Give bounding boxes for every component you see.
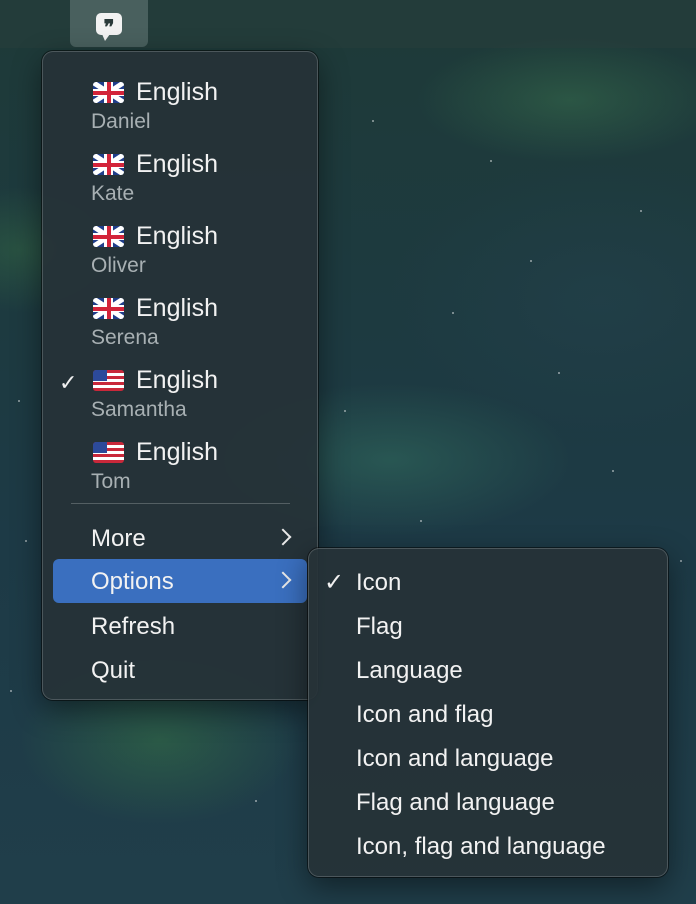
voice-language: English: [136, 222, 218, 250]
chevron-right-icon: [274, 571, 292, 589]
voice-name: Samantha: [91, 398, 187, 421]
option-icon-and-flag[interactable]: Icon and flag: [309, 692, 667, 736]
voice-name: Oliver: [91, 254, 146, 277]
checkmark-icon: ✓: [59, 370, 78, 395]
option-label: Language: [356, 657, 463, 684]
voices-menu: English Daniel English Kate English Oliv…: [42, 51, 318, 700]
quit-label: Quit: [91, 657, 136, 684]
menu-bar: ❞: [0, 0, 696, 48]
voice-name: Daniel: [91, 110, 151, 133]
more-label: More: [91, 525, 146, 552]
uk-flag-icon: [93, 298, 124, 319]
voice-item-daniel[interactable]: English Daniel: [43, 62, 317, 134]
voice-language: English: [136, 366, 218, 394]
us-flag-icon: [93, 370, 124, 391]
voice-name: Tom: [91, 470, 131, 493]
uk-flag-icon: [93, 82, 124, 103]
voice-name: Kate: [91, 182, 135, 205]
option-label: Icon: [356, 569, 402, 596]
option-icon-flag-and-language[interactable]: Icon, flag and language: [309, 824, 667, 868]
voice-language: English: [136, 294, 218, 322]
option-label: Icon, flag and language: [356, 833, 606, 860]
voice-language: English: [136, 438, 218, 466]
option-label: Flag and language: [356, 789, 555, 816]
checkmark-icon: ✓: [324, 569, 345, 596]
voice-item-samantha[interactable]: ✓ English Samantha: [43, 350, 317, 422]
option-label: Icon and language: [356, 745, 554, 772]
quit-menu-item[interactable]: Quit: [53, 648, 307, 692]
option-language[interactable]: Language: [309, 648, 667, 692]
option-label: Icon and flag: [356, 701, 494, 728]
refresh-label: Refresh: [91, 613, 176, 640]
voice-language: English: [136, 150, 218, 178]
more-menu-item[interactable]: More: [53, 516, 307, 560]
options-label: Options: [91, 568, 174, 595]
option-label: Flag: [356, 613, 403, 640]
us-flag-icon: [93, 442, 124, 463]
options-menu-item[interactable]: Options: [53, 559, 307, 603]
uk-flag-icon: [93, 154, 124, 175]
voice-item-oliver[interactable]: English Oliver: [43, 206, 317, 278]
option-icon-and-language[interactable]: Icon and language: [309, 736, 667, 780]
menu-separator: [71, 503, 290, 504]
options-submenu: ✓ Icon Flag Language Icon and flag Icon …: [308, 548, 668, 877]
option-flag[interactable]: Flag: [309, 604, 667, 648]
option-icon[interactable]: ✓ Icon: [309, 560, 667, 604]
uk-flag-icon: [93, 226, 124, 247]
status-item-button[interactable]: ❞: [70, 0, 148, 47]
refresh-menu-item[interactable]: Refresh: [53, 604, 307, 648]
quote-glyph: ❞: [103, 14, 115, 39]
voice-language: English: [136, 78, 218, 106]
option-flag-and-language[interactable]: Flag and language: [309, 780, 667, 824]
quote-bubble-icon: ❞: [96, 12, 122, 41]
chevron-right-icon: [274, 528, 292, 546]
voice-name: Serena: [91, 326, 159, 349]
voice-item-tom[interactable]: English Tom: [43, 422, 317, 494]
voice-item-kate[interactable]: English Kate: [43, 134, 317, 206]
voice-item-serena[interactable]: English Serena: [43, 278, 317, 350]
